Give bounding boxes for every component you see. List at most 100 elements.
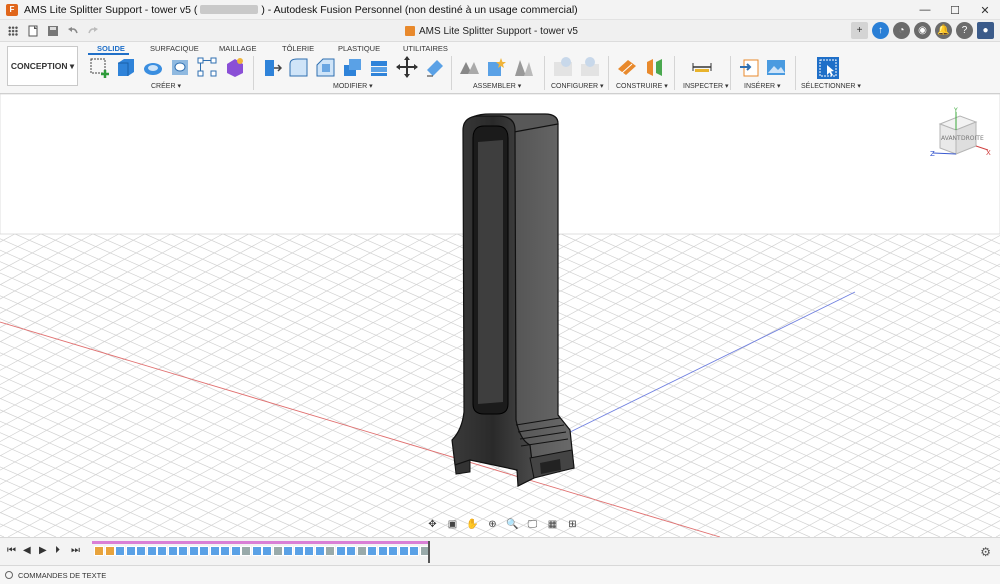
zoom-icon[interactable]: ⊕	[484, 517, 501, 531]
tab-solide[interactable]: SOLIDE	[97, 44, 125, 53]
shell-icon[interactable]	[341, 56, 363, 78]
form-icon[interactable]	[224, 56, 246, 78]
text-commands-bar[interactable]: COMMANDES DE TEXTE	[0, 565, 1000, 584]
create-sketch-icon[interactable]	[88, 56, 110, 78]
zoom-window-icon[interactable]: 🔍	[504, 517, 521, 531]
offset-plane-icon[interactable]	[616, 56, 638, 78]
save-button[interactable]	[43, 22, 63, 40]
revolve-icon[interactable]	[142, 56, 164, 78]
tab-utilitaires[interactable]: UTILITAIRES	[403, 44, 448, 53]
timeline-feature-icon[interactable]	[94, 546, 104, 556]
timeline-feature-icon[interactable]	[356, 546, 367, 556]
timeline-feature-icon[interactable]	[136, 546, 146, 556]
notifications-icon[interactable]: 🔔	[935, 22, 952, 39]
display-settings-icon[interactable]: 🖵	[524, 517, 541, 531]
tab-surfacique[interactable]: SURFACIQUE	[150, 44, 199, 53]
pan-icon[interactable]: ✋	[464, 517, 481, 531]
group-modify[interactable]: MODIFIER ▾	[333, 82, 373, 90]
timeline-marker[interactable]	[428, 541, 430, 563]
timeline-feature-icon[interactable]	[125, 546, 136, 556]
tab-maillage[interactable]: MAILLAGE	[219, 44, 257, 53]
tab-plastique[interactable]: PLASTIQUE	[338, 44, 380, 53]
timeline-feature-icon[interactable]	[188, 546, 199, 556]
timeline-feature-icon[interactable]	[230, 546, 241, 556]
group-construct[interactable]: CONSTRUIRE ▾	[616, 82, 668, 90]
timeline-feature-icon[interactable]	[335, 546, 346, 556]
3d-viewport[interactable]	[0, 94, 1000, 537]
orbit-icon[interactable]: ✥	[424, 517, 441, 531]
timeline-feature-icon[interactable]	[346, 546, 356, 556]
viewports-icon[interactable]: ⊞	[564, 517, 581, 531]
configure-table-icon[interactable]	[552, 56, 574, 78]
timeline-feature-icon[interactable]	[304, 546, 314, 556]
undo-button[interactable]	[63, 22, 83, 40]
new-component-icon[interactable]	[458, 56, 480, 78]
as-built-joint-icon[interactable]	[512, 56, 534, 78]
timeline-feature-icon[interactable]	[167, 546, 178, 556]
online-status-icon[interactable]: ↑	[872, 22, 889, 39]
configure-parameter-icon[interactable]	[579, 56, 601, 78]
timeline-feature-icon[interactable]	[409, 546, 419, 556]
timeline-last-button[interactable]: ⏭	[71, 545, 80, 556]
timeline-feature-icon[interactable]	[367, 546, 377, 556]
app-grid-button[interactable]	[3, 22, 23, 40]
workspace-switcher[interactable]: CONCEPTION ▾	[7, 46, 78, 86]
press-pull-icon[interactable]	[260, 56, 282, 78]
timeline-feature-icon[interactable]	[398, 546, 409, 556]
view-cube[interactable]: AVANT DROITE Y Z X	[930, 106, 992, 162]
timeline-feature-icon[interactable]	[388, 546, 398, 556]
avatar[interactable]: ●	[977, 22, 994, 39]
minimize-button[interactable]: —	[910, 0, 940, 20]
timeline-feature-icon[interactable]	[209, 546, 220, 556]
extrude-icon[interactable]	[114, 56, 136, 78]
group-create[interactable]: CRÉER ▾	[151, 82, 181, 90]
timeline-feature-icon[interactable]	[178, 546, 188, 556]
new-tab-button[interactable]: +	[851, 22, 868, 39]
tower-model[interactable]	[451, 113, 575, 487]
text-commands-toggle-icon[interactable]	[5, 571, 13, 579]
redo-button[interactable]	[83, 22, 103, 40]
timeline-feature-icon[interactable]	[325, 546, 335, 556]
timeline-feature-icon[interactable]	[251, 546, 262, 556]
chamfer-icon[interactable]	[314, 56, 336, 78]
timeline-feature-icon[interactable]	[262, 546, 272, 556]
timeline-first-button[interactable]: ⏮	[7, 545, 16, 556]
viewcube-front-label[interactable]: AVANT	[941, 135, 961, 142]
measure-icon[interactable]	[691, 56, 713, 78]
timeline-feature-icon[interactable]	[283, 546, 293, 556]
group-inspect[interactable]: INSPECTER ▾	[683, 82, 729, 90]
pattern-icon[interactable]	[196, 56, 218, 78]
look-at-icon[interactable]: ▣	[444, 517, 461, 531]
timeline-next-button[interactable]: ⏵	[55, 545, 60, 556]
joint-icon[interactable]	[485, 56, 507, 78]
timeline-feature-icon[interactable]	[220, 546, 230, 556]
timeline-feature-icon[interactable]	[377, 546, 388, 556]
viewcube-right-label[interactable]: DROITE	[961, 135, 984, 142]
help-icon[interactable]: ?	[956, 22, 973, 39]
timeline-feature-icon[interactable]	[241, 546, 251, 556]
group-assemble[interactable]: ASSEMBLER ▾	[473, 82, 521, 90]
move-icon[interactable]	[396, 56, 418, 78]
maximize-button[interactable]: ☐	[940, 0, 970, 20]
timeline-feature-icon[interactable]	[157, 546, 167, 556]
timeline-feature-icon[interactable]	[314, 546, 325, 556]
timeline-feature-icon[interactable]	[199, 546, 209, 556]
timeline-prev-button[interactable]: ◀	[23, 545, 31, 556]
group-insert[interactable]: INSÉRER ▾	[744, 82, 781, 90]
midplane-icon[interactable]	[644, 56, 666, 78]
timeline-feature-icon[interactable]	[272, 546, 283, 556]
tab-tolerie[interactable]: TÔLERIE	[282, 44, 314, 53]
grid-settings-icon[interactable]: ▦	[544, 517, 561, 531]
file-menu-button[interactable]	[23, 22, 43, 40]
insert-canvas-icon[interactable]	[765, 56, 787, 78]
timeline-feature-icon[interactable]	[293, 546, 304, 556]
timeline-feature-icon[interactable]	[104, 546, 115, 556]
fillet-icon[interactable]	[287, 56, 309, 78]
timeline-feature-icon[interactable]	[146, 546, 157, 556]
combine-icon[interactable]	[368, 56, 390, 78]
timeline-feature-icon[interactable]	[115, 546, 125, 556]
extensions-icon[interactable]: ◔	[893, 22, 910, 39]
job-status-icon[interactable]: ◉	[914, 22, 931, 39]
align-icon[interactable]	[423, 56, 445, 78]
group-select[interactable]: SÉLECTIONNER ▾	[801, 82, 861, 90]
